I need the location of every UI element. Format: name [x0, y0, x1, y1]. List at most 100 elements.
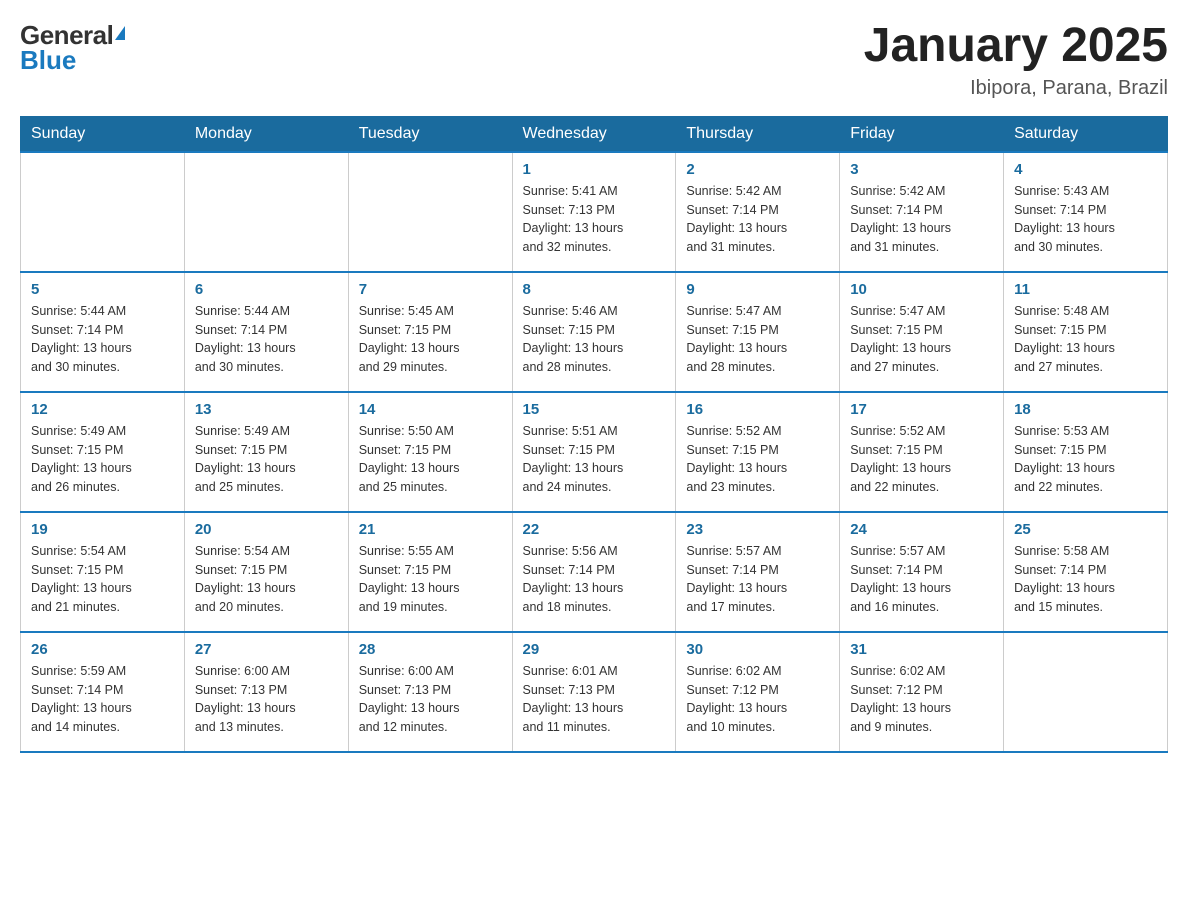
day-number: 3 [850, 161, 993, 178]
page-header: General Blue January 2025 Ibipora, Paran… [20, 20, 1168, 100]
day-info: Sunrise: 5:56 AM Sunset: 7:14 PM Dayligh… [523, 542, 666, 617]
day-info: Sunrise: 5:58 AM Sunset: 7:14 PM Dayligh… [1014, 542, 1157, 617]
calendar-header: SundayMondayTuesdayWednesdayThursdayFrid… [21, 116, 1168, 152]
day-cell: 1 Sunrise: 5:41 AM Sunset: 7:13 PM Daylig… [512, 152, 676, 272]
day-number: 27 [195, 641, 338, 658]
day-cell: 9 Sunrise: 5:47 AM Sunset: 7:15 PM Daylig… [676, 272, 840, 392]
day-number: 11 [1014, 281, 1157, 298]
day-cell: 26Sunrise: 5:59 AM Sunset: 7:14 PM Dayli… [21, 632, 185, 752]
day-number: 17 [850, 401, 993, 418]
day-info: Sunrise: 6:01 AM Sunset: 7:13 PM Dayligh… [523, 662, 666, 737]
day-number: 1 [523, 161, 666, 178]
day-info: Sunrise: 5:52 AM Sunset: 7:15 PM Dayligh… [850, 422, 993, 497]
day-number: 2 [686, 161, 829, 178]
day-cell: 18 Sunrise: 5:53 AM Sunset: 7:15 PM Dayli… [1004, 392, 1168, 512]
day-cell: 20 Sunrise: 5:54 AM Sunset: 7:15 PM Dayli… [184, 512, 348, 632]
day-cell: 11 Sunrise: 5:48 AM Sunset: 7:15 PM Dayli… [1004, 272, 1168, 392]
calendar-subtitle: Ibipora, Parana, Brazil [864, 77, 1168, 100]
week-row-3: 12Sunrise: 5:49 AM Sunset: 7:15 PM Dayli… [21, 392, 1168, 512]
day-number: 5 [31, 281, 174, 298]
day-cell: 17 Sunrise: 5:52 AM Sunset: 7:15 PM Dayli… [840, 392, 1004, 512]
day-number: 18 [1014, 401, 1157, 418]
day-info: Sunrise: 5:57 AM Sunset: 7:14 PM Dayligh… [686, 542, 829, 617]
header-cell-sunday: Sunday [21, 116, 185, 152]
day-info: Sunrise: 5:43 AM Sunset: 7:14 PM Dayligh… [1014, 182, 1157, 257]
day-cell: 4 Sunrise: 5:43 AM Sunset: 7:14 PM Daylig… [1004, 152, 1168, 272]
day-cell: 14Sunrise: 5:50 AM Sunset: 7:15 PM Dayli… [348, 392, 512, 512]
day-info: Sunrise: 6:00 AM Sunset: 7:13 PM Dayligh… [195, 662, 338, 737]
day-number: 20 [195, 521, 338, 538]
day-info: Sunrise: 5:50 AM Sunset: 7:15 PM Dayligh… [359, 422, 502, 497]
day-info: Sunrise: 5:54 AM Sunset: 7:15 PM Dayligh… [31, 542, 174, 617]
calendar-title: January 2025 [864, 20, 1168, 73]
day-cell: 27 Sunrise: 6:00 AM Sunset: 7:13 PM Dayli… [184, 632, 348, 752]
day-cell [21, 152, 185, 272]
day-cell [184, 152, 348, 272]
day-number: 19 [31, 521, 174, 538]
day-info: Sunrise: 6:02 AM Sunset: 7:12 PM Dayligh… [686, 662, 829, 737]
day-number: 15 [523, 401, 666, 418]
day-cell: 24Sunrise: 5:57 AM Sunset: 7:14 PM Dayli… [840, 512, 1004, 632]
day-info: Sunrise: 6:00 AM Sunset: 7:13 PM Dayligh… [359, 662, 502, 737]
day-info: Sunrise: 5:44 AM Sunset: 7:14 PM Dayligh… [31, 302, 174, 377]
day-cell: 2Sunrise: 5:42 AM Sunset: 7:14 PM Daylig… [676, 152, 840, 272]
day-cell: 13 Sunrise: 5:49 AM Sunset: 7:15 PM Dayli… [184, 392, 348, 512]
day-info: Sunrise: 5:52 AM Sunset: 7:15 PM Dayligh… [686, 422, 829, 497]
day-number: 26 [31, 641, 174, 658]
day-cell: 10 Sunrise: 5:47 AM Sunset: 7:15 PM Dayli… [840, 272, 1004, 392]
day-number: 25 [1014, 521, 1157, 538]
header-cell-thursday: Thursday [676, 116, 840, 152]
day-number: 6 [195, 281, 338, 298]
day-cell: 5 Sunrise: 5:44 AM Sunset: 7:14 PM Daylig… [21, 272, 185, 392]
day-info: Sunrise: 5:45 AM Sunset: 7:15 PM Dayligh… [359, 302, 502, 377]
day-cell: 19 Sunrise: 5:54 AM Sunset: 7:15 PM Dayli… [21, 512, 185, 632]
day-number: 8 [523, 281, 666, 298]
week-row-1: 1 Sunrise: 5:41 AM Sunset: 7:13 PM Daylig… [21, 152, 1168, 272]
day-info: Sunrise: 5:47 AM Sunset: 7:15 PM Dayligh… [686, 302, 829, 377]
day-cell: 21 Sunrise: 5:55 AM Sunset: 7:15 PM Dayli… [348, 512, 512, 632]
day-info: Sunrise: 5:49 AM Sunset: 7:15 PM Dayligh… [195, 422, 338, 497]
day-number: 7 [359, 281, 502, 298]
day-cell: 30 Sunrise: 6:02 AM Sunset: 7:12 PM Dayli… [676, 632, 840, 752]
day-info: Sunrise: 5:53 AM Sunset: 7:15 PM Dayligh… [1014, 422, 1157, 497]
header-cell-wednesday: Wednesday [512, 116, 676, 152]
logo: General Blue [20, 20, 125, 76]
day-info: Sunrise: 5:54 AM Sunset: 7:15 PM Dayligh… [195, 542, 338, 617]
day-info: Sunrise: 6:02 AM Sunset: 7:12 PM Dayligh… [850, 662, 993, 737]
day-number: 10 [850, 281, 993, 298]
week-row-2: 5 Sunrise: 5:44 AM Sunset: 7:14 PM Daylig… [21, 272, 1168, 392]
day-number: 21 [359, 521, 502, 538]
day-cell [348, 152, 512, 272]
day-info: Sunrise: 5:42 AM Sunset: 7:14 PM Dayligh… [850, 182, 993, 257]
day-cell: 7 Sunrise: 5:45 AM Sunset: 7:15 PM Daylig… [348, 272, 512, 392]
day-info: Sunrise: 5:41 AM Sunset: 7:13 PM Dayligh… [523, 182, 666, 257]
day-number: 24 [850, 521, 993, 538]
calendar-body: 1 Sunrise: 5:41 AM Sunset: 7:13 PM Daylig… [21, 152, 1168, 752]
day-cell [1004, 632, 1168, 752]
day-number: 30 [686, 641, 829, 658]
day-info: Sunrise: 5:55 AM Sunset: 7:15 PM Dayligh… [359, 542, 502, 617]
day-cell: 8Sunrise: 5:46 AM Sunset: 7:15 PM Daylig… [512, 272, 676, 392]
day-cell: 25 Sunrise: 5:58 AM Sunset: 7:14 PM Dayli… [1004, 512, 1168, 632]
day-number: 23 [686, 521, 829, 538]
day-cell: 31Sunrise: 6:02 AM Sunset: 7:12 PM Dayli… [840, 632, 1004, 752]
day-number: 9 [686, 281, 829, 298]
day-cell: 12Sunrise: 5:49 AM Sunset: 7:15 PM Dayli… [21, 392, 185, 512]
header-cell-friday: Friday [840, 116, 1004, 152]
day-cell: 29Sunrise: 6:01 AM Sunset: 7:13 PM Dayli… [512, 632, 676, 752]
day-cell: 15Sunrise: 5:51 AM Sunset: 7:15 PM Dayli… [512, 392, 676, 512]
day-cell: 23 Sunrise: 5:57 AM Sunset: 7:14 PM Dayli… [676, 512, 840, 632]
day-info: Sunrise: 5:49 AM Sunset: 7:15 PM Dayligh… [31, 422, 174, 497]
day-info: Sunrise: 5:44 AM Sunset: 7:14 PM Dayligh… [195, 302, 338, 377]
day-number: 4 [1014, 161, 1157, 178]
day-number: 16 [686, 401, 829, 418]
day-info: Sunrise: 5:48 AM Sunset: 7:15 PM Dayligh… [1014, 302, 1157, 377]
day-info: Sunrise: 5:47 AM Sunset: 7:15 PM Dayligh… [850, 302, 993, 377]
day-number: 13 [195, 401, 338, 418]
week-row-4: 19 Sunrise: 5:54 AM Sunset: 7:15 PM Dayli… [21, 512, 1168, 632]
day-cell: 6 Sunrise: 5:44 AM Sunset: 7:14 PM Daylig… [184, 272, 348, 392]
day-cell: 28Sunrise: 6:00 AM Sunset: 7:13 PM Dayli… [348, 632, 512, 752]
header-row: SundayMondayTuesdayWednesdayThursdayFrid… [21, 116, 1168, 152]
calendar-table: SundayMondayTuesdayWednesdayThursdayFrid… [20, 116, 1168, 753]
day-number: 22 [523, 521, 666, 538]
